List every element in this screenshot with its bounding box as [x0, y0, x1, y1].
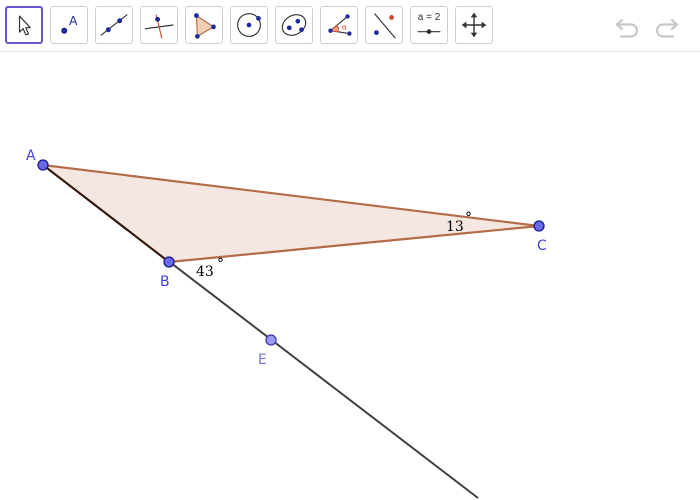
line-through-points-icon: [100, 14, 128, 36]
point-icon: A: [61, 14, 78, 34]
undo-icon: [615, 18, 639, 38]
move-graphics-view-tool-button[interactable]: [455, 6, 493, 44]
cursor-arrow-icon: [18, 15, 31, 36]
slider-tool-button[interactable]: a = 2: [410, 6, 448, 44]
perpendicular-line-tool-button[interactable]: [140, 6, 178, 44]
conic-tool-button[interactable]: [275, 6, 313, 44]
redo-icon: [655, 18, 679, 38]
circle-tool-button[interactable]: [230, 6, 268, 44]
circle-center-point-icon: [237, 13, 261, 37]
angle-icon: α: [328, 14, 352, 36]
angle-b-value: 43: [196, 264, 214, 280]
reflect-about-line-icon: [374, 13, 396, 39]
point-e[interactable]: [265, 334, 277, 346]
svg-text:A: A: [69, 14, 78, 28]
point-a[interactable]: [37, 159, 49, 171]
perpendicular-line-icon: [144, 14, 174, 39]
line-tool-button[interactable]: [95, 6, 133, 44]
point-b-label: B: [160, 274, 170, 290]
point-c[interactable]: [533, 220, 545, 232]
angle-b-degree: °: [217, 256, 224, 272]
graphics-svg[interactable]: 43 ° 13 ° A B C E: [0, 52, 700, 500]
polygon-icon: [194, 13, 216, 39]
reflect-tool-button[interactable]: [365, 6, 403, 44]
redo-button[interactable]: [651, 12, 681, 40]
toolbar: A α a = 2: [0, 0, 700, 52]
angle-c-value: 13: [446, 219, 464, 235]
point-a-label: A: [26, 148, 36, 164]
polygon-tool-button[interactable]: [185, 6, 223, 44]
slider-icon: [417, 29, 441, 34]
ellipse-icon: [281, 14, 307, 36]
move-tool-button[interactable]: [5, 6, 43, 44]
point-c-label: C: [537, 238, 547, 254]
geogebra-app: A α a = 2 43 ° 13 ° A B C E: [0, 0, 700, 500]
point-e-label: E: [258, 352, 267, 368]
graphics-view[interactable]: 43 ° 13 ° A B C E: [0, 52, 700, 500]
point-tool-button[interactable]: A: [50, 6, 88, 44]
point-b[interactable]: [163, 256, 175, 268]
move-arrows-icon: [461, 12, 487, 38]
svg-text:α: α: [342, 23, 347, 32]
angle-tool-button[interactable]: α: [320, 6, 358, 44]
undo-button[interactable]: [613, 12, 643, 40]
angle-c-degree: °: [465, 210, 472, 226]
